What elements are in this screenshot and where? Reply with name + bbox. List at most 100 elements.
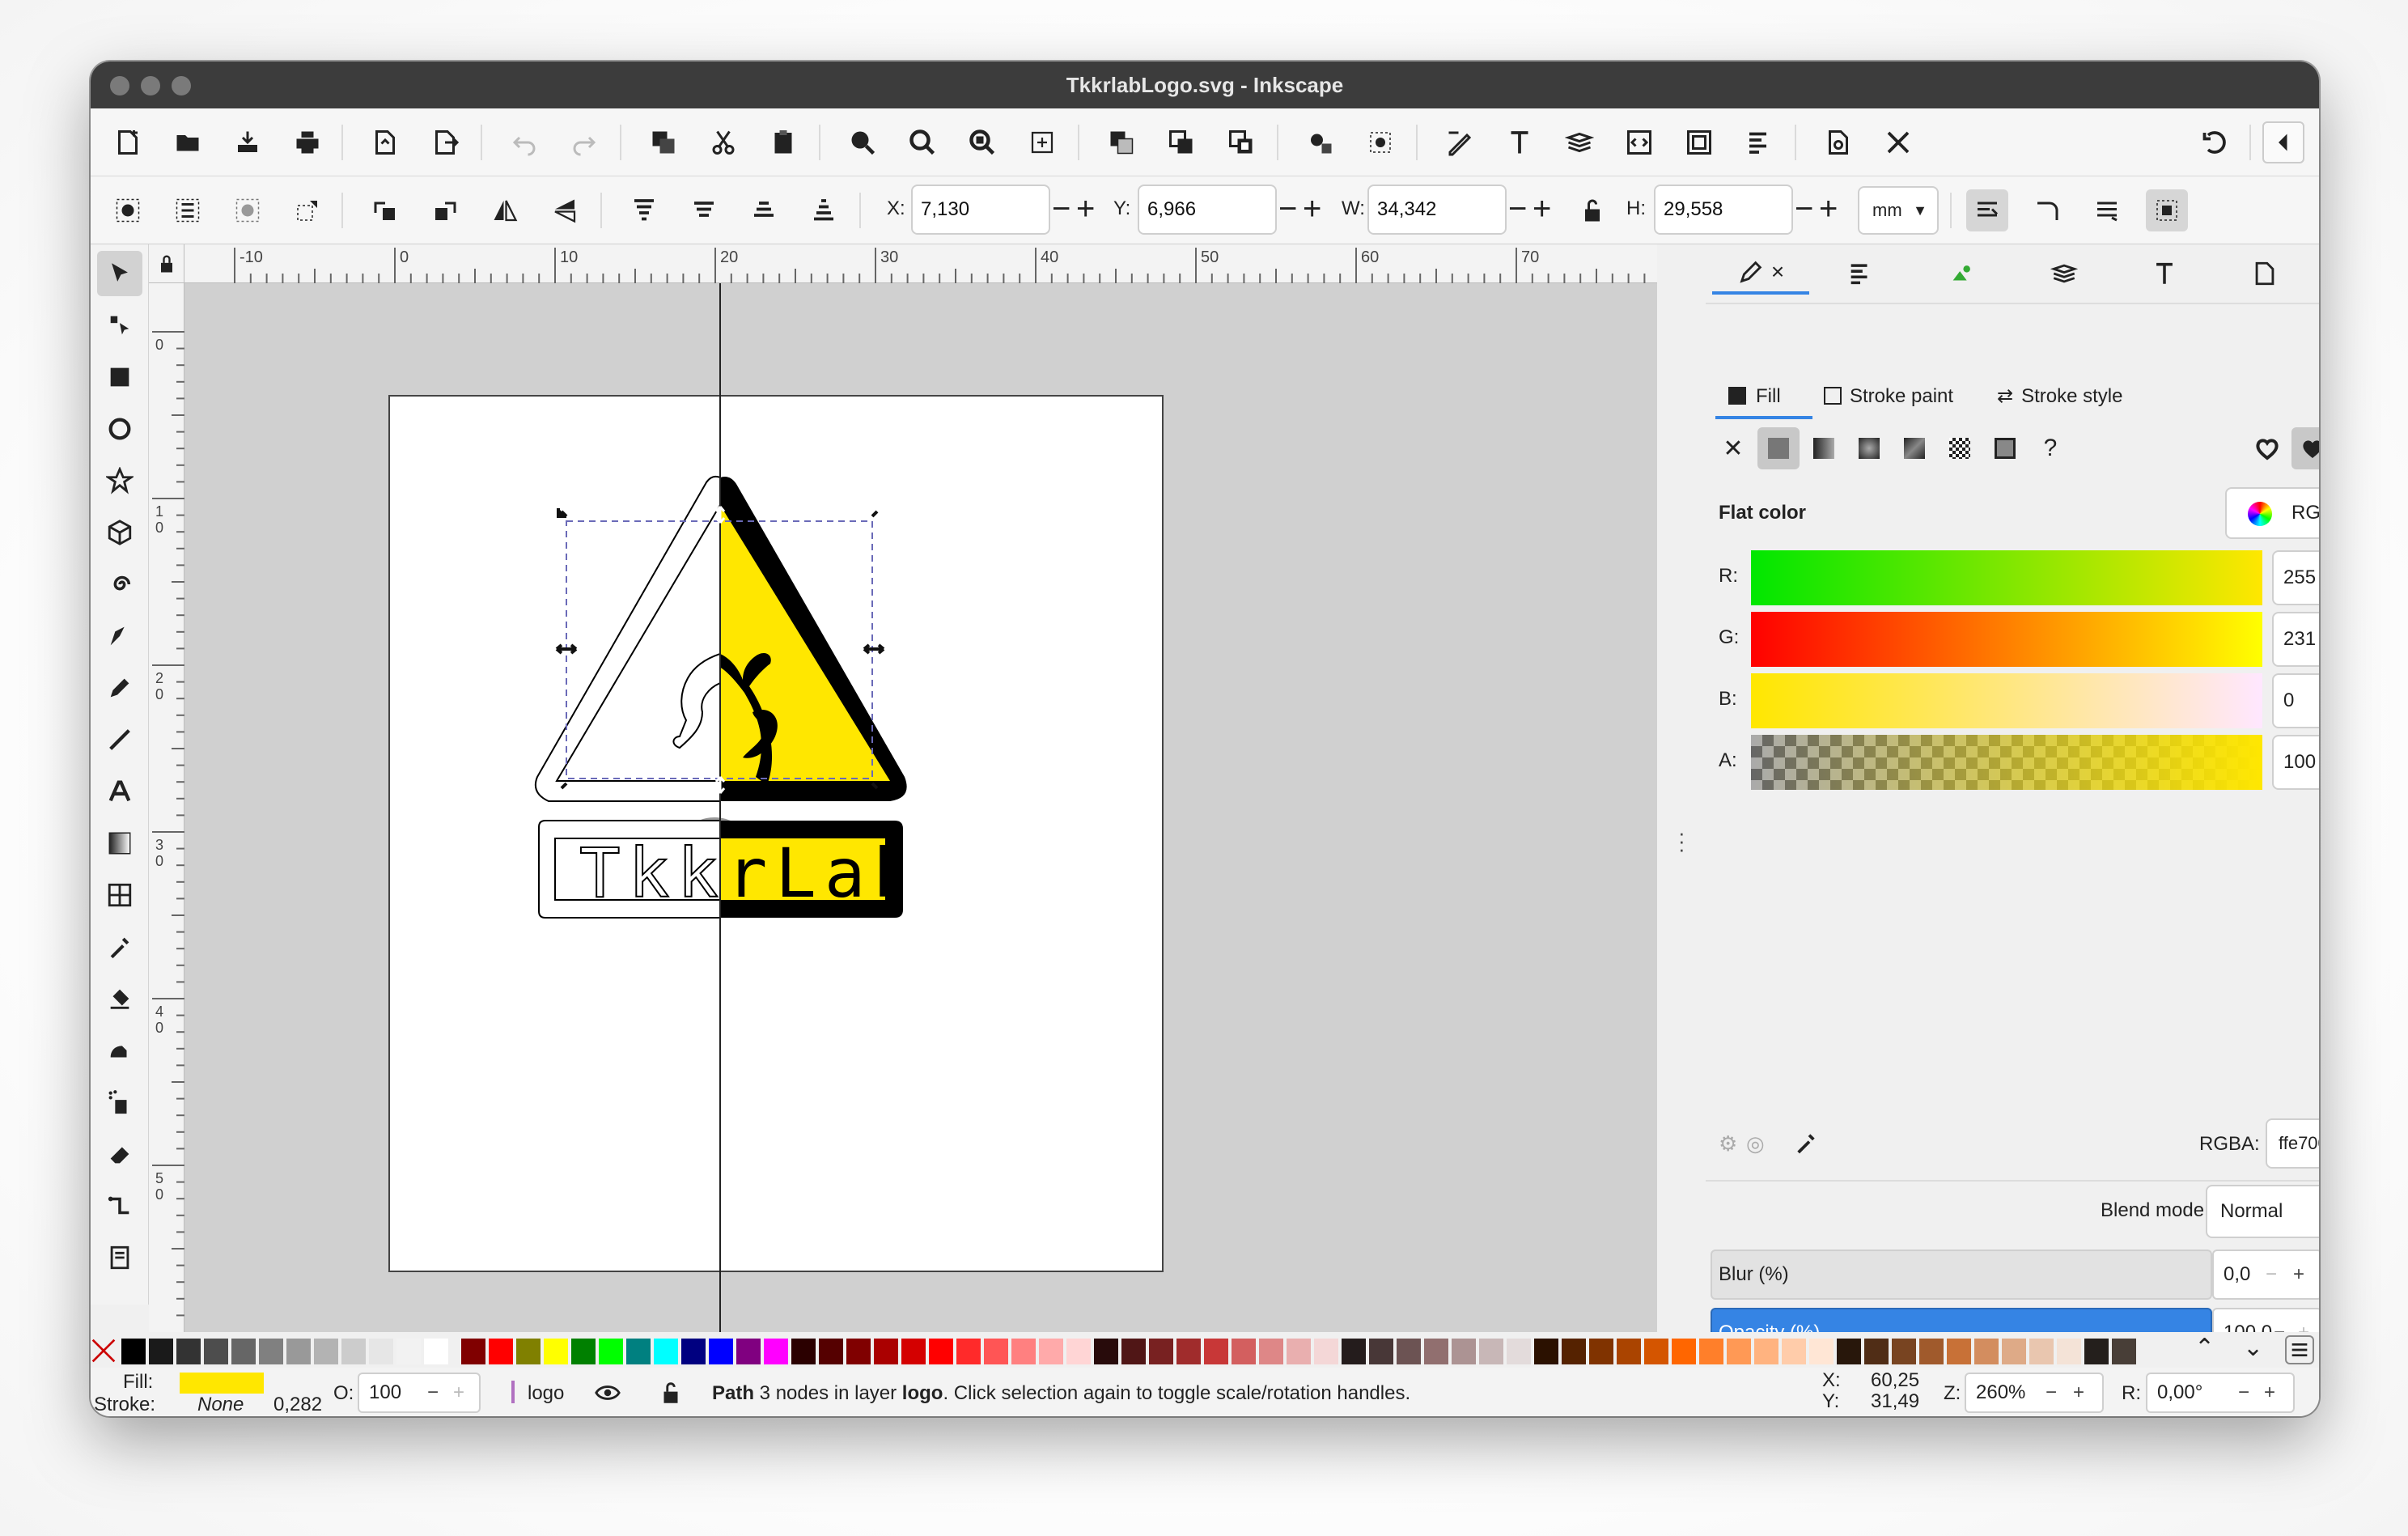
- h-field[interactable]: 29,558: [1654, 185, 1793, 235]
- palette-swatch[interactable]: [1342, 1339, 1366, 1364]
- xml-icon[interactable]: [1618, 121, 1660, 163]
- rgba-field[interactable]: ffe700ff: [2266, 1118, 2319, 1169]
- opacity-indicator-field[interactable]: 100 − +: [358, 1373, 481, 1413]
- paint-bucket-tool-icon[interactable]: [97, 976, 142, 1021]
- layer-visibility-icon[interactable]: [594, 1379, 621, 1407]
- palette-swatch[interactable]: [396, 1339, 421, 1364]
- zoom-drawing-icon[interactable]: [901, 121, 943, 163]
- new-document-icon[interactable]: [107, 121, 149, 163]
- no-color-swatch[interactable]: [91, 1337, 117, 1364]
- color-picker-icon[interactable]: [1793, 1130, 1819, 1156]
- x-increment-button[interactable]: +: [1076, 191, 1095, 227]
- palette-swatch[interactable]: [846, 1339, 871, 1364]
- palette-swatch[interactable]: [2029, 1339, 2054, 1364]
- select-all-icon[interactable]: [107, 189, 149, 231]
- rotate-ccw-icon[interactable]: [364, 189, 406, 231]
- palette-swatch[interactable]: [1534, 1339, 1558, 1364]
- tab-align[interactable]: [1824, 252, 1897, 295]
- palette-swatch[interactable]: [901, 1339, 926, 1364]
- fill-indicator-swatch[interactable]: [180, 1373, 264, 1394]
- calligraphy-tool-icon[interactable]: [97, 717, 142, 762]
- palette-swatch[interactable]: [259, 1339, 283, 1364]
- y-increment-button[interactable]: +: [1303, 191, 1321, 227]
- palette-swatch[interactable]: [424, 1339, 448, 1364]
- gradient-tool-icon[interactable]: [97, 821, 142, 866]
- mesh-tool-icon[interactable]: [97, 872, 142, 918]
- objects-icon[interactable]: [1678, 121, 1720, 163]
- y-field[interactable]: 6,966: [1138, 185, 1277, 235]
- palette-swatch[interactable]: [736, 1339, 761, 1364]
- palette-swatch[interactable]: [1121, 1339, 1146, 1364]
- palette-swatch[interactable]: [571, 1339, 596, 1364]
- palette-swatch[interactable]: [1754, 1339, 1778, 1364]
- connector-tool-icon[interactable]: [97, 1183, 142, 1228]
- palette-swatch[interactable]: [819, 1339, 843, 1364]
- current-layer-name[interactable]: logo: [528, 1382, 564, 1405]
- alpha-slider[interactable]: [1751, 735, 2262, 790]
- color-managed-icon[interactable]: ⚙: [1719, 1131, 1737, 1156]
- transform-pattern-icon[interactable]: [2146, 189, 2188, 231]
- red-value-field[interactable]: 255−+: [2272, 550, 2319, 605]
- palette-swatch[interactable]: [1919, 1339, 1944, 1364]
- palette-swatch[interactable]: [149, 1339, 173, 1364]
- panel-handle[interactable]: · · ·: [1657, 244, 1706, 1361]
- lower-to-bottom-icon[interactable]: [803, 189, 845, 231]
- text-icon[interactable]: [1499, 121, 1541, 163]
- tab-xml[interactable]: [1926, 252, 1999, 295]
- palette-swatch[interactable]: [1094, 1339, 1118, 1364]
- transform-gradient-icon[interactable]: [2086, 189, 2128, 231]
- tools-icon[interactable]: [1877, 121, 1919, 163]
- blue-value-field[interactable]: 0−+: [2272, 673, 2319, 728]
- tweak-tool-icon[interactable]: [97, 1028, 142, 1073]
- palette-swatch[interactable]: [2002, 1339, 2026, 1364]
- palette-swatch[interactable]: [1589, 1339, 1613, 1364]
- palette-scroll-down-icon[interactable]: ⌄: [2243, 1334, 2263, 1362]
- green-slider[interactable]: [1751, 612, 2262, 667]
- selector-tool-icon[interactable]: [97, 251, 142, 296]
- palette-swatch[interactable]: [2057, 1339, 2081, 1364]
- pattern-icon[interactable]: [1939, 427, 1981, 469]
- palette-swatch[interactable]: [1644, 1339, 1668, 1364]
- close-tab-icon[interactable]: ×: [1771, 259, 1784, 285]
- pen-tool-icon[interactable]: [97, 613, 142, 659]
- palette-swatch[interactable]: [599, 1339, 623, 1364]
- palette-swatch[interactable]: [2084, 1339, 2109, 1364]
- w-increment-button[interactable]: +: [1533, 191, 1551, 227]
- 3d-box-tool-icon[interactable]: [97, 510, 142, 555]
- import-icon[interactable]: [364, 121, 406, 163]
- palette-swatch[interactable]: [2112, 1339, 2136, 1364]
- text-tool-icon[interactable]: [97, 769, 142, 814]
- group-icon[interactable]: [1299, 121, 1342, 163]
- out-of-gamut-icon[interactable]: ◎: [1746, 1131, 1765, 1156]
- undo-icon[interactable]: [503, 121, 545, 163]
- palette-swatch[interactable]: [681, 1339, 706, 1364]
- palette-swatch[interactable]: [516, 1339, 541, 1364]
- close-window-button[interactable]: [110, 76, 129, 95]
- raise-icon[interactable]: [683, 189, 725, 231]
- save-icon[interactable]: [227, 121, 269, 163]
- palette-swatch[interactable]: [204, 1339, 228, 1364]
- rotate-icon[interactable]: [2194, 121, 2236, 163]
- palette-swatch[interactable]: [1672, 1339, 1696, 1364]
- palette-swatch[interactable]: [121, 1339, 146, 1364]
- stroke-width-value[interactable]: 0,282: [273, 1394, 322, 1416]
- dropper-tool-icon[interactable]: [97, 924, 142, 970]
- palette-swatch[interactable]: [1424, 1339, 1448, 1364]
- layers-icon[interactable]: [1558, 121, 1600, 163]
- w-field[interactable]: 34,342: [1367, 185, 1507, 235]
- blend-mode-select[interactable]: Normal ▼: [2206, 1185, 2319, 1238]
- swatch-icon[interactable]: [1984, 427, 2026, 469]
- rotation-field[interactable]: 0,00° − +: [2146, 1373, 2295, 1413]
- tab-text[interactable]: [2128, 252, 2201, 295]
- rotate-90-icon[interactable]: [286, 189, 329, 231]
- tab-fill-stroke[interactable]: ×: [1712, 252, 1809, 295]
- red-slider[interactable]: [1751, 550, 2262, 605]
- palette-swatch[interactable]: [956, 1339, 981, 1364]
- spiral-tool-icon[interactable]: [97, 562, 142, 607]
- blue-slider[interactable]: [1751, 673, 2262, 728]
- pages-tool-icon[interactable]: [97, 1235, 142, 1280]
- raise-to-top-icon[interactable]: [623, 189, 665, 231]
- preferences-icon[interactable]: [1817, 121, 1859, 163]
- palette-swatch[interactable]: [489, 1339, 513, 1364]
- x-field[interactable]: 7,130: [911, 185, 1050, 235]
